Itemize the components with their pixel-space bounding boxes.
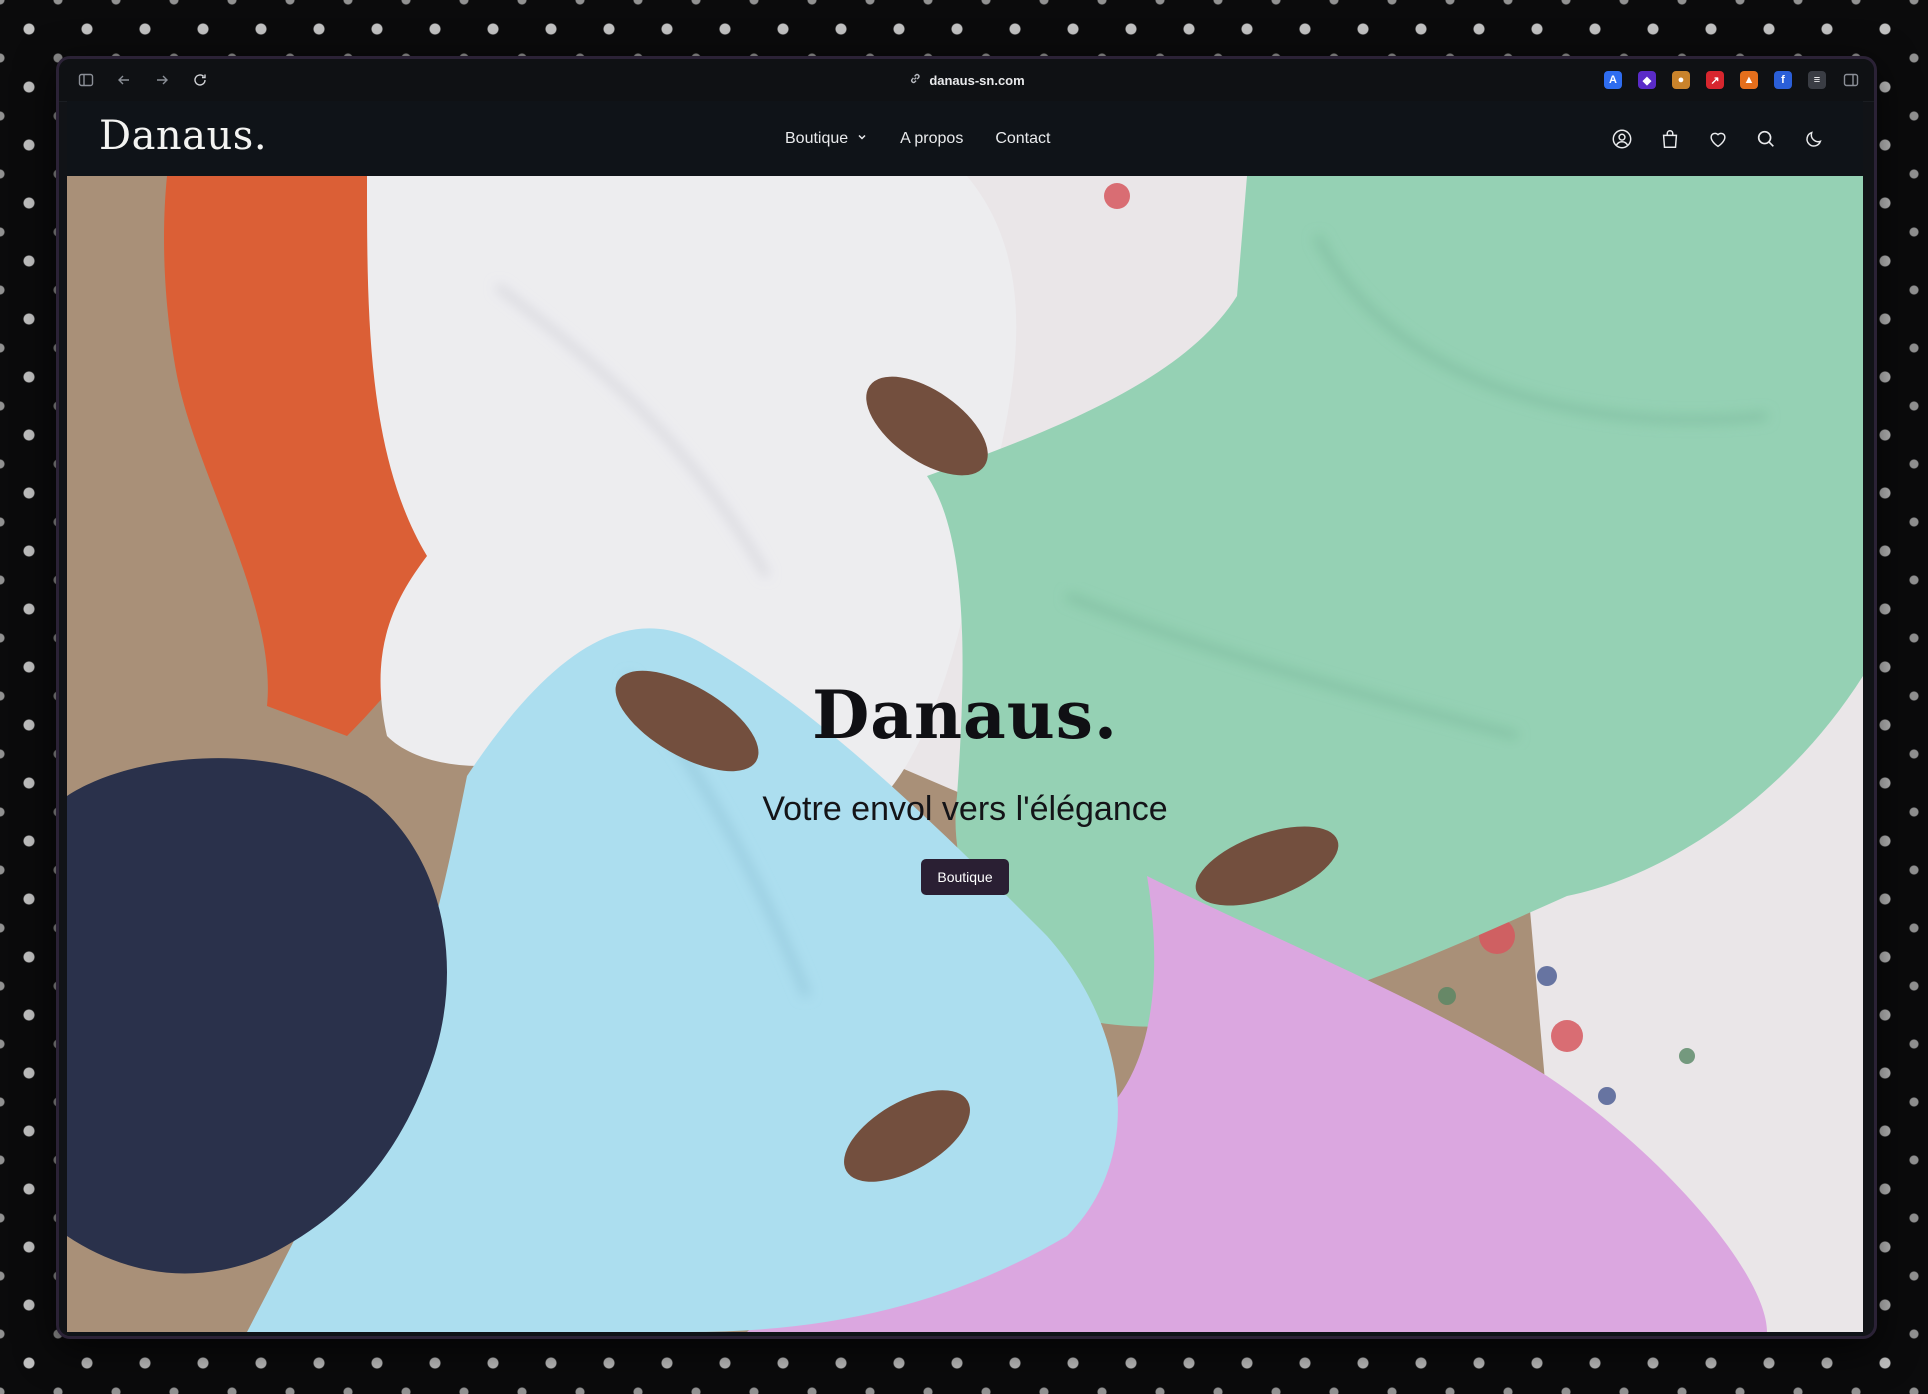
menu-item-label: A propos [900, 129, 964, 147]
site-logo[interactable]: Danaus. [99, 113, 267, 159]
sidebar-icon[interactable] [77, 71, 95, 89]
search-icon[interactable] [1755, 128, 1777, 150]
moon-icon[interactable] [1803, 128, 1825, 150]
back-icon[interactable] [115, 71, 133, 89]
bag-icon[interactable] [1659, 128, 1681, 150]
account-icon[interactable] [1611, 128, 1633, 150]
url-text: danaus-sn.com [929, 72, 1025, 88]
menu-item-label: Contact [995, 129, 1051, 147]
extensions-bar: A ◆ ● ↗ ▲ f ≡ [1604, 59, 1860, 101]
hero-subtitle: Votre envol vers l'élégance [762, 790, 1168, 828]
toolbar-left-controls [77, 59, 209, 101]
link-icon [908, 72, 921, 88]
header-icons [1611, 101, 1825, 176]
shop-button[interactable]: Boutique [921, 859, 1009, 895]
menu-item-contact[interactable]: Contact [995, 130, 1050, 148]
ext-b-icon[interactable]: ◆ [1638, 71, 1656, 89]
reload-icon[interactable] [191, 71, 209, 89]
ext-e-icon[interactable]: ▲ [1740, 71, 1758, 89]
hero-title: Danaus. [812, 676, 1118, 754]
heart-icon[interactable] [1707, 128, 1729, 150]
browser-window: danaus-sn.com A ◆ ● ↗ ▲ f ≡ Danaus. Boutique A… [56, 56, 1877, 1339]
site-header: Danaus. Boutique A propos Contact [67, 101, 1863, 176]
main-menu: Boutique A propos Contact [785, 101, 1050, 176]
forward-icon[interactable] [153, 71, 171, 89]
website: Danaus. Boutique A propos Contact Danaus… [67, 101, 1863, 1336]
menu-item-boutique[interactable]: Boutique [785, 130, 868, 148]
ext-a-icon[interactable]: A [1604, 71, 1622, 89]
browser-toolbar: danaus-sn.com A ◆ ● ↗ ▲ f ≡ [59, 59, 1874, 102]
chevron-down-icon [856, 130, 868, 148]
ext-g-icon[interactable]: ≡ [1808, 71, 1826, 89]
hero-content: Danaus. Votre envol vers l'élégance Bout… [67, 676, 1863, 895]
hero-section: Danaus. Votre envol vers l'élégance Bout… [67, 176, 1863, 1332]
menu-item-label: Boutique [785, 129, 849, 147]
ext-c-icon[interactable]: ● [1672, 71, 1690, 89]
address-bar[interactable]: danaus-sn.com [908, 59, 1025, 101]
menu-item-a-propos[interactable]: A propos [900, 130, 963, 148]
split-view-icon[interactable] [1842, 71, 1860, 89]
ext-d-icon[interactable]: ↗ [1706, 71, 1724, 89]
ext-f-icon[interactable]: f [1774, 71, 1792, 89]
